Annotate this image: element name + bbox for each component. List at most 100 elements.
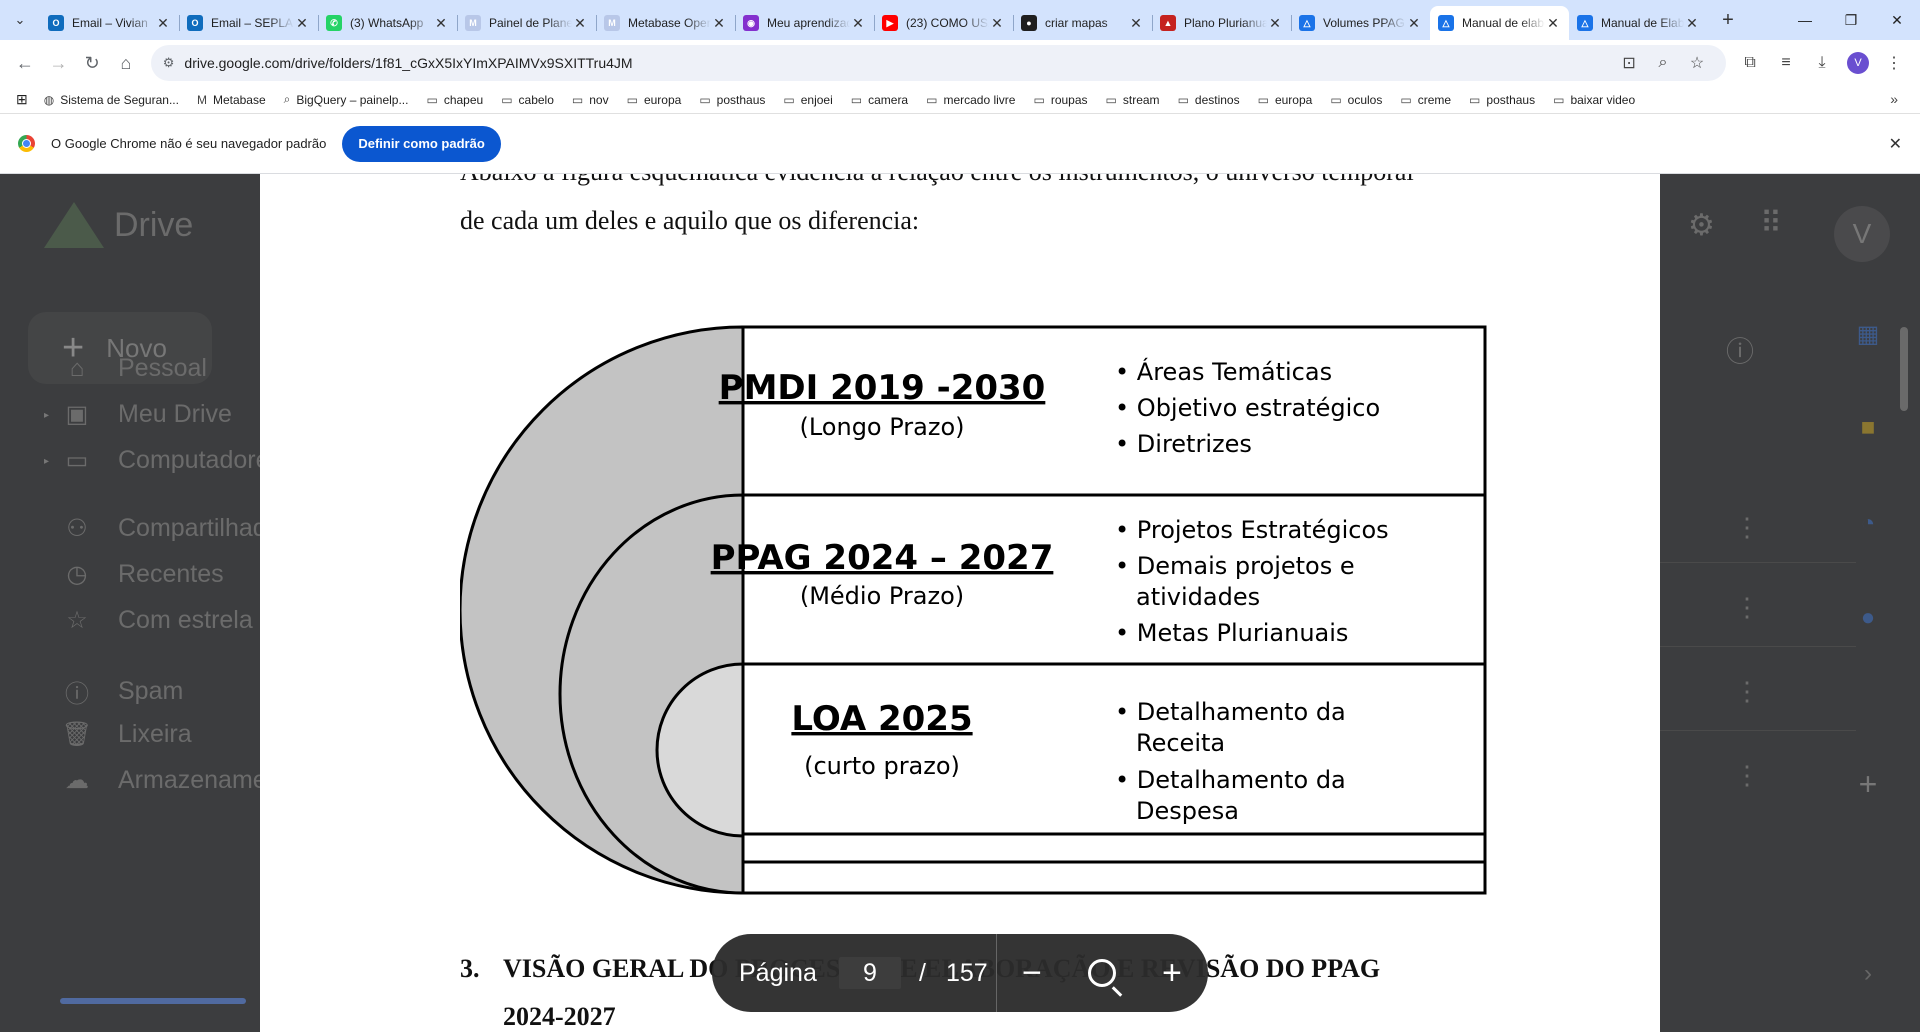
- back-button[interactable]: ←: [8, 46, 42, 80]
- extensions-icon[interactable]: ⧉: [1732, 54, 1768, 72]
- zoom-icon[interactable]: ⌕: [1646, 54, 1680, 72]
- row-more-icon[interactable]: ⋮: [1734, 592, 1760, 623]
- youtube-icon: ▶: [882, 15, 898, 31]
- zoom-out-button[interactable]: −: [997, 954, 1067, 993]
- drive-account-avatar[interactable]: V: [1834, 206, 1890, 262]
- reload-button[interactable]: ↻: [75, 46, 109, 80]
- browser-tab[interactable]: O Email – Vivian ✕: [40, 6, 179, 40]
- home-button[interactable]: ⌂: [109, 46, 143, 80]
- bookmark-item[interactable]: M Metabase: [197, 92, 266, 107]
- close-window-button[interactable]: ✕: [1874, 0, 1920, 40]
- browser-menu-icon[interactable]: ⋮: [1876, 53, 1912, 73]
- expand-arrow-icon[interactable]: ▸: [44, 456, 49, 467]
- infobar-close-icon[interactable]: ✕: [1889, 134, 1902, 154]
- paragraph-line: de cada um deles e aquilo que os diferen…: [460, 206, 920, 235]
- restore-button[interactable]: ❐: [1828, 0, 1874, 40]
- browser-tab[interactable]: △ Manual de elaboração✕: [1430, 6, 1569, 40]
- browser-tab[interactable]: O Email – SEPLAG ✕: [179, 6, 318, 40]
- bookmark-item[interactable]: ▭ oculos: [1330, 92, 1382, 107]
- zoom-in-button[interactable]: +: [1137, 954, 1207, 993]
- drive-logo[interactable]: Drive: [44, 202, 193, 248]
- tab-close-icon[interactable]: ✕: [1684, 15, 1700, 32]
- keep-icon[interactable]: ■: [1848, 414, 1888, 442]
- browser-tab[interactable]: M Metabase Operacional✕: [596, 6, 735, 40]
- tab-close-icon[interactable]: ✕: [294, 15, 310, 32]
- scrollbar-thumb[interactable]: [1900, 327, 1908, 411]
- expand-arrow-icon[interactable]: ▸: [44, 410, 49, 421]
- contacts-icon[interactable]: ●: [1848, 604, 1888, 632]
- tab-search-button[interactable]: ⌄: [0, 0, 40, 40]
- address-bar[interactable]: ⚙ drive.google.com/drive/folders/1f81_cG…: [150, 45, 1727, 81]
- apps-grid-icon[interactable]: ⊞: [16, 91, 28, 108]
- expand-panel-icon[interactable]: ›: [1848, 960, 1888, 988]
- page-number-input[interactable]: 9: [839, 957, 901, 989]
- bookmark-item[interactable]: ▭ cabelo: [501, 92, 554, 107]
- sidebar-item[interactable]: 🗑 Lixeira: [60, 720, 192, 749]
- sidebar-item[interactable]: ◷ Recentes: [60, 560, 224, 589]
- details-info-icon[interactable]: ⓘ: [1726, 330, 1754, 370]
- forward-button[interactable]: →: [42, 46, 76, 80]
- browser-tab[interactable]: △ Volumes PPAG ✕: [1291, 6, 1430, 40]
- bookmark-item[interactable]: ▭ baixar video: [1553, 92, 1635, 107]
- downloads-icon[interactable]: ⤓: [1804, 54, 1840, 72]
- tab-close-icon[interactable]: ✕: [572, 15, 588, 32]
- bookmark-item[interactable]: ▭ chapeu: [426, 92, 483, 107]
- minimize-button[interactable]: —: [1782, 0, 1828, 40]
- tab-close-icon[interactable]: ✕: [433, 15, 449, 32]
- bookmark-item[interactable]: ▭ posthaus: [1469, 92, 1535, 107]
- bookmark-item[interactable]: ▭ nov: [572, 92, 609, 107]
- settings-gear-icon[interactable]: ⚙: [1688, 208, 1715, 243]
- bookmark-item[interactable]: ▭ stream: [1106, 92, 1160, 107]
- bookmark-item[interactable]: ▭ camera: [851, 92, 908, 107]
- bookmark-item[interactable]: ▭ europa: [627, 92, 682, 107]
- site-info-icon[interactable]: ⚙: [163, 55, 175, 71]
- sidebar-item[interactable]: ⓘ Spam: [60, 674, 183, 709]
- browser-tab[interactable]: ✆ (3) WhatsApp ✕: [318, 6, 457, 40]
- bookmark-item[interactable]: ▭ destinos: [1178, 92, 1240, 107]
- install-app-icon[interactable]: ⊡: [1612, 53, 1646, 73]
- tab-close-icon[interactable]: ✕: [711, 15, 727, 32]
- browser-tab[interactable]: ◉ Meu aprendizado✕: [735, 6, 874, 40]
- bookmark-item[interactable]: ▭ roupas: [1033, 92, 1087, 107]
- bookmark-item[interactable]: ▭ creme: [1400, 92, 1451, 107]
- bookmark-item[interactable]: ▭ europa: [1258, 92, 1313, 107]
- whatsapp-icon: ✆: [326, 15, 342, 31]
- tab-close-icon[interactable]: ✕: [989, 15, 1005, 32]
- browser-tab[interactable]: ▲ Plano Plurianual ✕: [1152, 6, 1291, 40]
- calendar-icon[interactable]: ▦: [1848, 320, 1888, 349]
- sidebar-item[interactable]: ▭ Computadores: [60, 446, 282, 475]
- media-controls-icon[interactable]: ≡: [1768, 54, 1804, 72]
- sidebar-item[interactable]: ☆ Com estrela: [60, 606, 253, 635]
- tab-close-icon[interactable]: ✕: [1267, 15, 1283, 32]
- tab-close-icon[interactable]: ✕: [155, 15, 171, 32]
- google-apps-icon[interactable]: ⠿: [1760, 206, 1782, 241]
- row-more-icon[interactable]: ⋮: [1734, 676, 1760, 707]
- tab-close-icon[interactable]: ✕: [1545, 15, 1561, 32]
- bookmark-star-icon[interactable]: ☆: [1680, 53, 1714, 73]
- browser-tab[interactable]: ▶ (23) COMO USAR✕: [874, 6, 1013, 40]
- browser-tab[interactable]: △ Manual de Elaboração✕: [1569, 6, 1708, 40]
- new-tab-button[interactable]: +: [1712, 9, 1744, 32]
- sidebar-item[interactable]: ⌂ Pessoal: [60, 354, 207, 383]
- tab-close-icon[interactable]: ✕: [1406, 15, 1422, 32]
- zoom-reset-button[interactable]: [1067, 959, 1137, 987]
- row-more-icon[interactable]: ⋮: [1734, 760, 1760, 791]
- tab-close-icon[interactable]: ✕: [850, 15, 866, 32]
- row-more-icon[interactable]: ⋮: [1734, 512, 1760, 543]
- bookmark-item[interactable]: ⌕ BigQuery – painelp...: [284, 92, 409, 107]
- tasks-icon[interactable]: ◔: [1848, 510, 1888, 538]
- add-addon-icon[interactable]: +: [1848, 766, 1888, 803]
- bookmark-item[interactable]: ◍ Sistema de Seguran...: [44, 92, 179, 107]
- bookmark-item[interactable]: ▭ posthaus: [699, 92, 765, 107]
- sidebar-item[interactable]: ▣ Meu Drive: [60, 400, 232, 429]
- profile-avatar[interactable]: V: [1847, 52, 1870, 74]
- set-default-button[interactable]: Definir como padrão: [342, 125, 501, 162]
- loa-title: LOA 2025: [791, 699, 972, 739]
- browser-tab[interactable]: ● criar mapas ✕: [1013, 6, 1152, 40]
- more-bookmarks-icon[interactable]: »: [1890, 91, 1898, 107]
- browser-tab[interactable]: M Painel de Planejamento✕: [457, 6, 596, 40]
- url-text[interactable]: drive.google.com/drive/folders/1f81_cGxX…: [184, 55, 1612, 71]
- tab-close-icon[interactable]: ✕: [1128, 15, 1144, 32]
- bookmark-item[interactable]: ▭ enjoei: [783, 92, 832, 107]
- bookmark-item[interactable]: ▭ mercado livre: [926, 92, 1015, 107]
